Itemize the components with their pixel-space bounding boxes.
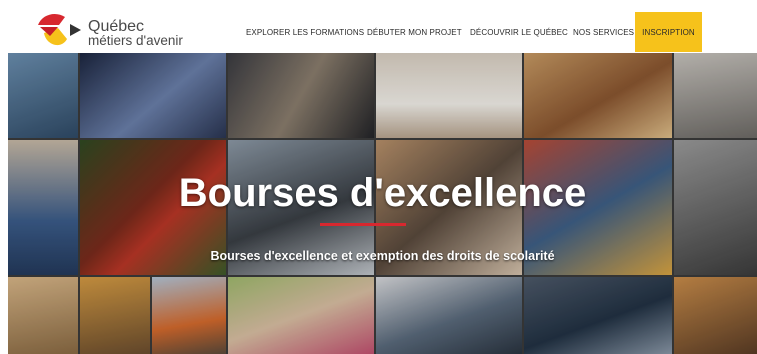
hero-banner: Bourses d'excellence Bourses d'excellenc… [8, 53, 757, 354]
nav-nos-services[interactable]: NOS SERVICES [573, 12, 634, 52]
nav-debuter-projet[interactable]: DÉBUTER MON PROJET [367, 12, 462, 52]
hero-subtitle: Bourses d'excellence et exemption des dr… [210, 249, 555, 263]
hero-title: Bourses d'excellence [178, 171, 587, 215]
quebec-metiers-logo[interactable]: Québec métiers d'avenir [36, 11, 196, 49]
logo-mark-icon [38, 13, 81, 46]
nav-decouvrir-quebec[interactable]: DÉCOUVRIR LE QUÉBEC [470, 12, 568, 52]
nav-explorer-formations[interactable]: EXPLORER LES FORMATIONS [246, 12, 364, 52]
site-header: Québec métiers d'avenir EXPLORER LES FOR… [0, 0, 757, 53]
logo-subtitle: métiers d'avenir [88, 33, 183, 48]
inscription-button[interactable]: INSCRIPTION [635, 12, 702, 52]
hero-accent-rule [320, 223, 406, 226]
